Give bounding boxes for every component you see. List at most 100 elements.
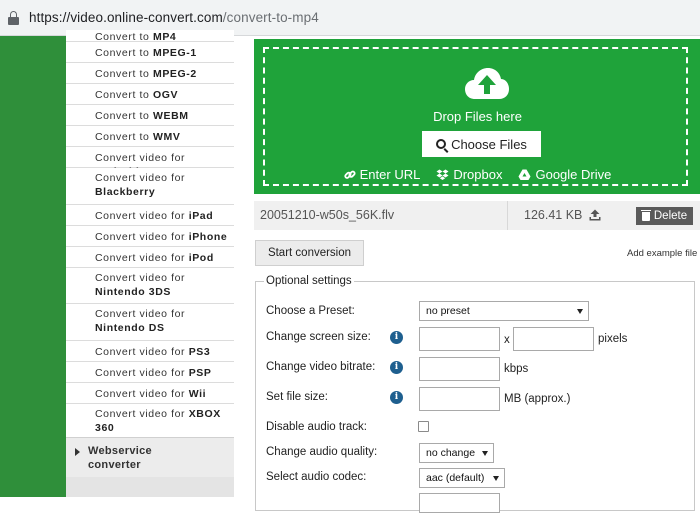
sidebar-item[interactable]: Convert video for PS3 — [66, 341, 234, 362]
file-size-unit: MB (approx.) — [504, 393, 571, 405]
sidebar: Convert to MP4 Convert to MPEG-1 Convert t… — [66, 30, 234, 497]
url-text[interactable]: https://video.online-convert.com/convert… — [29, 10, 319, 25]
sidebar-item-prefix: Convert video for — [95, 152, 186, 164]
sidebar-item[interactable]: Convert to WEBM — [66, 105, 234, 126]
sidebar-item-prefix: Convert video for — [95, 231, 189, 243]
choose-files-label: Choose Files — [451, 136, 527, 152]
sidebar-item-prefix: Convert video for — [95, 388, 189, 400]
sidebar-item-format: WMV — [152, 131, 181, 143]
sidebar-item[interactable]: Convert to MPEG-2 — [66, 63, 234, 84]
audio-quality-value: no change — [426, 447, 476, 459]
sidebar-item[interactable]: Convert video for iPhone — [66, 226, 234, 247]
optional-settings-legend: Optional settings — [264, 275, 354, 287]
audio-quality-label: Change audio quality: — [266, 446, 378, 458]
dropbox-icon — [436, 169, 449, 180]
dropbox-link[interactable]: Dropbox — [436, 167, 502, 182]
sidebar-item-prefix: Convert to — [95, 89, 153, 101]
sidebar-item-prefix: Convert video for — [95, 172, 186, 184]
search-icon — [436, 139, 447, 149]
start-conversion-button[interactable]: Start conversion — [255, 240, 364, 266]
dropbox-label: Dropbox — [453, 167, 503, 182]
video-bitrate-input[interactable] — [419, 357, 500, 381]
file-size-label: Set file size: — [266, 391, 328, 403]
enter-url-label: Enter URL — [359, 167, 421, 182]
sidebar-item[interactable]: Convert to MPEG-1 — [66, 42, 234, 63]
file-size-input[interactable] — [419, 387, 500, 411]
google-drive-icon — [518, 169, 531, 180]
info-icon[interactable]: i — [390, 391, 403, 404]
chevron-down-icon — [577, 309, 583, 314]
lock-icon — [8, 10, 19, 25]
sidebar-item[interactable]: Convert to MP4 — [66, 30, 234, 43]
side-green-strip — [0, 36, 66, 497]
screen-width-input[interactable] — [419, 327, 500, 351]
sidebar-item-format: Blackberry — [95, 186, 156, 198]
sidebar-item-format: iPod — [188, 252, 214, 264]
sidebar-item-prefix: Convert video for — [95, 272, 186, 284]
link-icon — [343, 170, 356, 179]
sidebar-item-prefix: Convert video for — [95, 308, 186, 320]
audio-codec-value: aac (default) — [426, 472, 485, 484]
screen-unit: pixels — [598, 333, 628, 345]
file-row: 20051210-w50s_56K.flv 126.41 KB Delete — [254, 201, 700, 230]
audio-codec-select[interactable]: aac (default) — [419, 468, 505, 488]
sidebar-item[interactable]: Convert to WMV — [66, 126, 234, 147]
sidebar-item-format: OGV — [152, 89, 179, 101]
choose-files-button[interactable]: Choose Files — [422, 131, 541, 157]
sidebar-item[interactable]: Convert video for Android — [66, 147, 234, 178]
sidebar-item-format: PSP — [188, 367, 212, 379]
sidebar-item[interactable]: Convert video for iPad — [66, 205, 234, 226]
delete-button[interactable]: Delete — [636, 207, 693, 225]
file-name: 20051210-w50s_56K.flv — [260, 208, 395, 222]
info-icon[interactable]: i — [390, 361, 403, 374]
audio-quality-select[interactable]: no change — [419, 443, 494, 463]
sidebar-item-prefix: Convert video for — [95, 408, 189, 420]
dropzone[interactable]: Drop Files here Choose Files Enter URL D… — [254, 39, 700, 194]
preset-select[interactable]: no preset — [419, 301, 589, 321]
dropzone-border: Drop Files here Choose Files Enter URL D… — [263, 47, 688, 186]
info-icon[interactable]: i — [390, 331, 403, 344]
preset-label: Choose a Preset: — [266, 305, 355, 317]
enter-url-link[interactable]: Enter URL — [343, 167, 421, 182]
sidebar-item-format: WEBM — [152, 110, 189, 122]
google-drive-link[interactable]: Google Drive — [518, 167, 611, 182]
sidebar-item-format: iPad — [188, 210, 214, 222]
bitrate-unit: kbps — [504, 363, 529, 375]
sidebar-item-format: Nintendo DS — [95, 322, 165, 334]
upload-links: Enter URL Dropbox Google Drive — [265, 167, 690, 182]
sidebar-item[interactable]: Convert to OGV — [66, 84, 234, 105]
next-setting-select[interactable] — [419, 493, 500, 513]
sidebar-item[interactable]: Convert video for iPod — [66, 247, 234, 268]
sidebar-item[interactable]: Convert video for Blackberry — [66, 168, 234, 205]
drop-files-text: Drop Files here — [433, 109, 522, 124]
trash-icon — [640, 209, 651, 221]
sidebar-item-format: Nintendo 3DS — [95, 286, 172, 298]
sidebar-category-webservice[interactable]: Webservice converter — [66, 437, 234, 477]
sidebar-item-prefix: Convert video for — [95, 367, 189, 379]
add-example-file-link[interactable]: Add example file — [627, 248, 697, 259]
sidebar-item[interactable]: Convert video for XBOX 360 — [66, 404, 234, 441]
sidebar-item[interactable]: Convert video for Nintendo 3DS — [66, 268, 234, 304]
screen-x-separator: x — [504, 334, 510, 346]
google-drive-label: Google Drive — [535, 167, 612, 182]
delete-label: Delete — [653, 210, 688, 222]
preset-value: no preset — [426, 305, 470, 317]
sidebar-item-prefix: Convert video for — [95, 252, 189, 264]
sidebar-item[interactable]: Convert video for Nintendo DS — [66, 304, 234, 341]
url-host: https://video.online-convert.com — [29, 10, 223, 25]
file-row-divider — [507, 201, 508, 230]
caret-right-icon — [75, 448, 80, 456]
url-path: /convert-to-mp4 — [222, 10, 319, 25]
cloud-upload-icon — [465, 68, 509, 99]
sidebar-item-prefix: Convert video for — [95, 210, 189, 222]
sidebar-item[interactable]: Convert video for Wii — [66, 383, 234, 404]
sidebar-item[interactable]: Convert video for PSP — [66, 362, 234, 383]
file-size: 126.41 KB — [524, 208, 583, 222]
sidebar-item-prefix: Convert to — [95, 131, 153, 143]
screen-height-input[interactable] — [513, 327, 594, 351]
upload-complete-icon — [589, 209, 601, 221]
disable-audio-checkbox[interactable] — [418, 421, 429, 432]
sidebar-item-format: MPEG-2 — [152, 68, 197, 80]
category-label: Webservice converter — [88, 445, 152, 471]
disable-audio-label: Disable audio track: — [266, 421, 367, 433]
